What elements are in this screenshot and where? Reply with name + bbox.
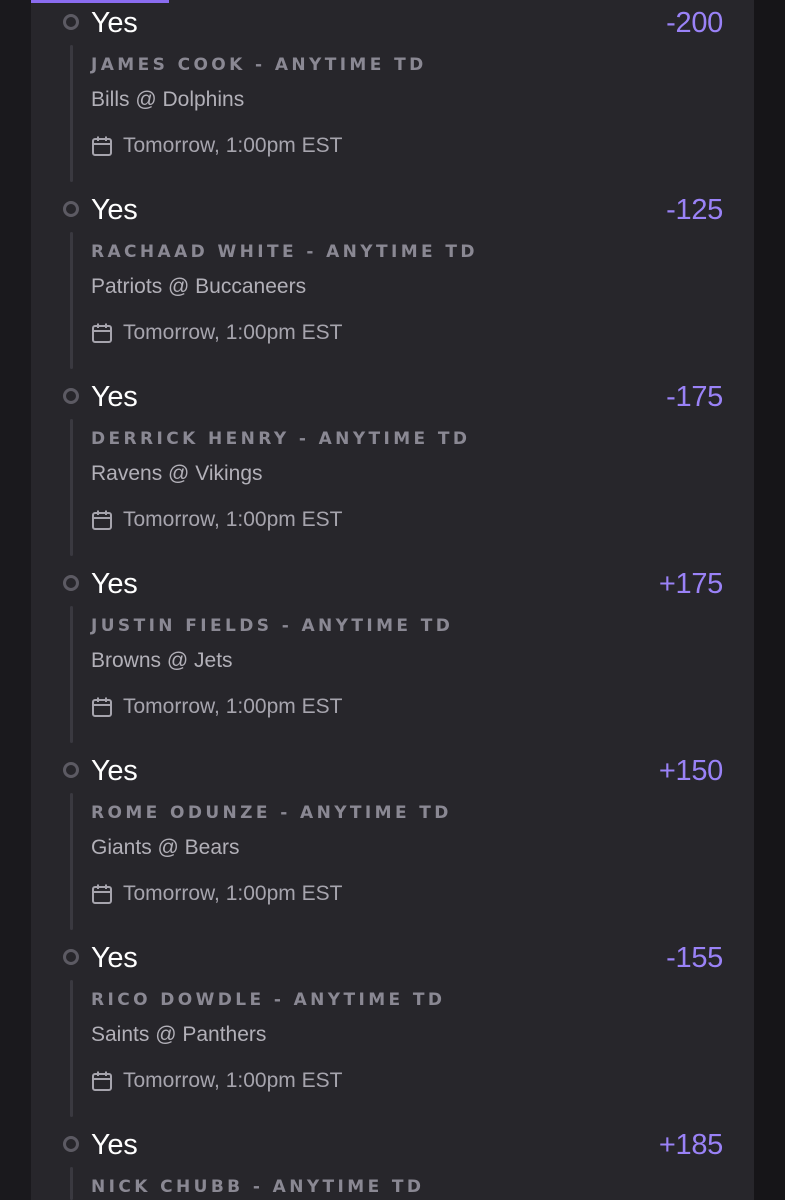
calendar-icon <box>92 1071 112 1091</box>
leg-game: Patriots @ Buccaneers <box>91 275 307 298</box>
leg-time: Tomorrow, 1:00pm EST <box>123 134 343 157</box>
leg-time: Tomorrow, 1:00pm EST <box>123 882 343 905</box>
circle-outline-icon <box>63 575 79 591</box>
leg-pick: Yes <box>91 1129 138 1161</box>
calendar-icon <box>92 697 112 717</box>
circle-outline-icon <box>63 388 79 404</box>
bet-leg[interactable]: Yes -155 RICO DOWDLE - ANYTIME TD Saints… <box>31 940 754 1127</box>
circle-outline-icon <box>63 201 79 217</box>
bet-slip-page: Yes -200 JAMES COOK - ANYTIME TD Bills @… <box>0 0 785 1200</box>
right-gutter <box>754 0 785 1200</box>
leg-connector-line <box>70 232 73 369</box>
leg-time-row: Tomorrow, 1:00pm EST <box>91 694 342 720</box>
leg-odds: -200 <box>666 7 723 39</box>
leg-time: Tomorrow, 1:00pm EST <box>123 1069 343 1092</box>
leg-odds: +150 <box>658 755 723 787</box>
bet-leg[interactable]: Yes +150 ROME ODUNZE - ANYTIME TD Giants… <box>31 753 754 940</box>
bet-leg[interactable]: Yes -200 JAMES COOK - ANYTIME TD Bills @… <box>31 5 754 192</box>
leg-time-row: Tomorrow, 1:00pm EST <box>91 507 342 533</box>
bet-leg[interactable]: Yes -125 RACHAAD WHITE - ANYTIME TD Patr… <box>31 192 754 379</box>
circle-outline-icon <box>63 949 79 965</box>
circle-outline-icon <box>63 762 79 778</box>
leg-pick: Yes <box>91 942 138 974</box>
bet-leg[interactable]: Yes -175 DERRICK HENRY - ANYTIME TD Rave… <box>31 379 754 566</box>
leg-game: Bills @ Dolphins <box>91 88 245 111</box>
leg-market: JUSTIN FIELDS - ANYTIME TD <box>91 616 454 636</box>
leg-market: RICO DOWDLE - ANYTIME TD <box>91 990 446 1010</box>
leg-pick: Yes <box>91 755 138 787</box>
leg-time-row: Tomorrow, 1:00pm EST <box>91 320 342 346</box>
leg-connector-line <box>70 606 73 743</box>
leg-connector-line <box>70 45 73 182</box>
leg-odds: -125 <box>666 194 723 226</box>
leg-game: Ravens @ Vikings <box>91 462 263 485</box>
leg-market: DERRICK HENRY - ANYTIME TD <box>91 429 471 449</box>
leg-odds: +175 <box>658 568 723 600</box>
leg-connector-line <box>70 793 73 930</box>
leg-market: RACHAAD WHITE - ANYTIME TD <box>91 242 478 262</box>
calendar-icon <box>92 510 112 530</box>
leg-pick: Yes <box>91 568 138 600</box>
leg-odds: +185 <box>658 1129 723 1161</box>
leg-pick: Yes <box>91 194 138 226</box>
leg-time: Tomorrow, 1:00pm EST <box>123 695 343 718</box>
bet-leg[interactable]: Yes +175 JUSTIN FIELDS - ANYTIME TD Brow… <box>31 566 754 753</box>
leg-market: JAMES COOK - ANYTIME TD <box>91 55 427 75</box>
leg-odds: -175 <box>666 381 723 413</box>
leg-game: Giants @ Bears <box>91 836 240 859</box>
leg-pick: Yes <box>91 7 138 39</box>
leg-connector-line <box>70 980 73 1117</box>
calendar-icon <box>92 136 112 156</box>
bet-leg[interactable]: Yes +185 NICK CHUBB - ANYTIME TD <box>31 1127 754 1200</box>
leg-time: Tomorrow, 1:00pm EST <box>123 508 343 531</box>
leg-time-row: Tomorrow, 1:00pm EST <box>91 881 342 907</box>
leg-connector-line <box>70 1167 73 1200</box>
leg-time-row: Tomorrow, 1:00pm EST <box>91 133 342 159</box>
circle-outline-icon <box>63 14 79 30</box>
circle-outline-icon <box>63 1136 79 1152</box>
leg-pick: Yes <box>91 381 138 413</box>
leg-game: Saints @ Panthers <box>91 1023 267 1046</box>
active-tab-indicator <box>31 0 169 3</box>
leg-time: Tomorrow, 1:00pm EST <box>123 321 343 344</box>
leg-market: ROME ODUNZE - ANYTIME TD <box>91 803 452 823</box>
leg-market: NICK CHUBB - ANYTIME TD <box>91 1177 425 1197</box>
calendar-icon <box>92 323 112 343</box>
leg-time-row: Tomorrow, 1:00pm EST <box>91 1068 342 1094</box>
leg-odds: -155 <box>666 942 723 974</box>
calendar-icon <box>92 884 112 904</box>
leg-game: Browns @ Jets <box>91 649 233 672</box>
leg-connector-line <box>70 419 73 556</box>
